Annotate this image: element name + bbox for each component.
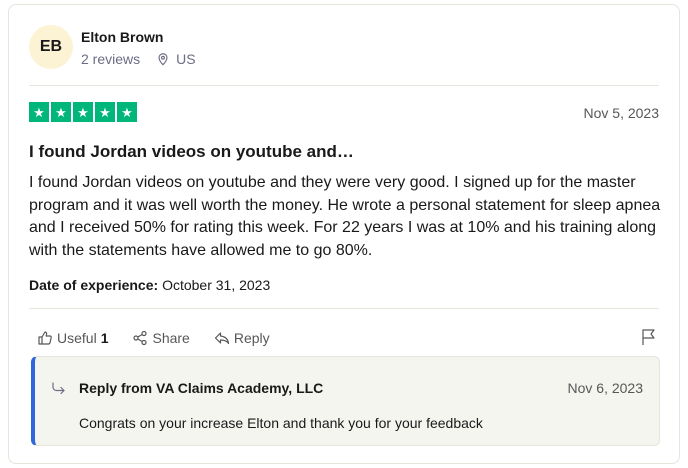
review-title[interactable]: I found Jordan videos on youtube and… xyxy=(29,142,354,162)
useful-button[interactable]: Useful 1 xyxy=(37,330,108,346)
review-count: 2 reviews xyxy=(81,51,141,67)
actions-divider xyxy=(29,308,659,309)
date-of-experience: Date of experience: October 31, 2023 xyxy=(29,277,270,293)
avatar-initials: EB xyxy=(39,38,63,55)
reviewer-name[interactable]: Elton Brown xyxy=(81,29,163,45)
star-icon: ★ xyxy=(95,102,115,122)
star-icon: ★ xyxy=(117,102,137,122)
flag-icon[interactable] xyxy=(641,328,657,346)
review-actions: Useful 1 Share Reply xyxy=(37,330,270,346)
company-reply: Reply from VA Claims Academy, LLC Nov 6,… xyxy=(31,356,660,446)
review-body: I found Jordan videos on youtube and the… xyxy=(29,174,661,259)
star-icon: ★ xyxy=(29,102,49,122)
reply-arrow-icon xyxy=(214,332,229,345)
share-label: Share xyxy=(152,330,190,346)
reviewer-country: US xyxy=(176,51,196,67)
useful-label: Useful xyxy=(57,330,97,346)
share-button[interactable]: Share xyxy=(132,330,190,346)
thumbs-up-icon xyxy=(38,331,52,345)
reply-title: Reply from VA Claims Academy, LLC xyxy=(79,380,324,396)
share-icon xyxy=(133,330,148,346)
reply-text: Congrats on your increase Elton and than… xyxy=(79,415,483,431)
experience-date: October 31, 2023 xyxy=(162,277,271,293)
star-icon: ★ xyxy=(51,102,71,122)
reply-button[interactable]: Reply xyxy=(214,330,270,346)
review-card: EB Elton Brown 2 reviews US ★ ★ ★ ★ ★ No… xyxy=(8,4,680,464)
review-date: Nov 5, 2023 xyxy=(583,105,660,121)
star-icon: ★ xyxy=(73,102,93,122)
useful-count: 1 xyxy=(100,330,109,346)
experience-label: Date of experience: xyxy=(29,277,159,293)
avatar[interactable]: EB xyxy=(29,25,73,69)
reviewer-meta: 2 reviews US xyxy=(81,51,196,67)
reply-date: Nov 6, 2023 xyxy=(567,380,644,396)
reply-label: Reply xyxy=(233,330,270,346)
header-divider xyxy=(29,85,659,86)
map-pin-icon xyxy=(158,53,168,66)
reply-indent-icon xyxy=(52,382,65,395)
star-rating: ★ ★ ★ ★ ★ xyxy=(29,102,137,122)
